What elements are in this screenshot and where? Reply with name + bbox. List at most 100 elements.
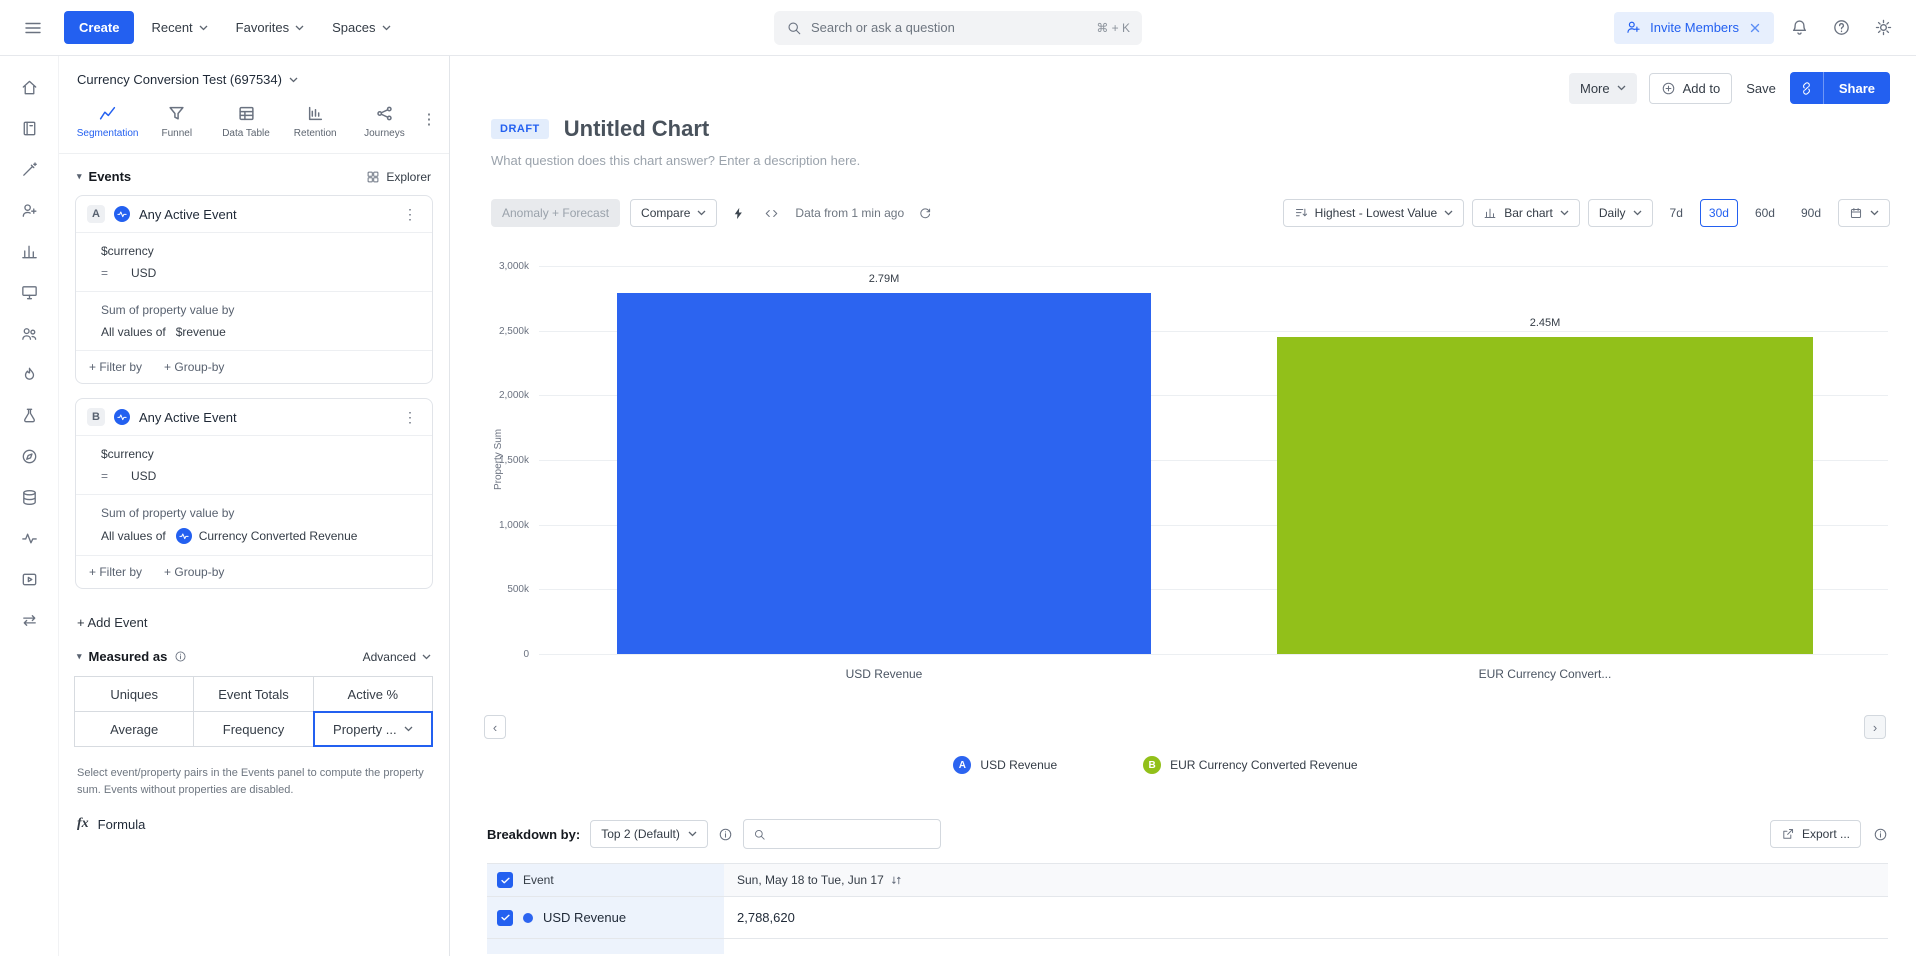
tab-data-table[interactable]: Data Table	[211, 101, 280, 143]
save-button[interactable]: Save	[1744, 73, 1778, 104]
option-event-totals[interactable]: Event Totals	[193, 676, 313, 712]
date-range-picker[interactable]	[1838, 199, 1890, 227]
breakdown-header: Breakdown by: Top 2 (Default) Export ...	[487, 812, 1888, 856]
compass-icon[interactable]	[11, 439, 47, 473]
wand-icon[interactable]	[11, 152, 47, 186]
add-to-button[interactable]: Add to	[1649, 73, 1733, 104]
more-chart-types-button[interactable]: ⋮	[419, 101, 439, 128]
spaces-menu[interactable]: Spaces	[321, 11, 401, 44]
filter-condition[interactable]: = USD	[76, 465, 432, 487]
table-row-partial	[487, 939, 1888, 954]
breakdown-search[interactable]	[743, 819, 941, 849]
option-average[interactable]: Average	[74, 711, 194, 747]
range-30d-button[interactable]: 30d	[1700, 199, 1738, 227]
group-by-button[interactable]: + Group-by	[164, 565, 224, 579]
recent-menu[interactable]: Recent	[140, 11, 218, 44]
chart-page-next-button[interactable]: ›	[1864, 715, 1886, 739]
breakdown-header-right: Export ...	[1770, 820, 1888, 848]
bar[interactable]	[617, 293, 1151, 654]
measure-property-value: Currency Converted Revenue	[199, 529, 358, 543]
home-icon[interactable]	[11, 70, 47, 104]
compare-dropdown[interactable]: Compare	[630, 199, 717, 227]
date-header-cell[interactable]: Sun, May 18 to Tue, Jun 17	[724, 864, 1888, 896]
more-button[interactable]: More	[1569, 73, 1637, 104]
flame-icon[interactable]	[11, 357, 47, 391]
swap-icon[interactable]	[11, 603, 47, 637]
measure-property-row[interactable]: All values of Currency Converted Revenue	[76, 524, 432, 548]
chart-page-previous-button[interactable]: ‹	[484, 715, 506, 739]
measure-property-row[interactable]: All values of $revenue	[76, 321, 432, 343]
settings-button[interactable]	[1866, 11, 1900, 45]
share-button[interactable]: Share	[1824, 72, 1890, 104]
replay-icon[interactable]	[11, 562, 47, 596]
gridline: 0	[539, 654, 1888, 655]
top-n-label: Top 2 (Default)	[601, 827, 680, 841]
option-active-pct[interactable]: Active %	[313, 676, 433, 712]
invite-members-button[interactable]: Invite Members	[1614, 12, 1774, 44]
hamburger-menu-button[interactable]	[16, 11, 50, 45]
chevron-down-icon	[289, 77, 298, 83]
legend-item-b[interactable]: B EUR Currency Converted Revenue	[1143, 756, 1357, 774]
filter-condition[interactable]: = USD	[76, 262, 432, 284]
chart-type-dropdown[interactable]: Bar chart	[1472, 199, 1580, 227]
event-card-header[interactable]: B Any Active Event ⋮	[76, 399, 432, 435]
top-n-dropdown[interactable]: Top 2 (Default)	[590, 820, 708, 848]
group-by-button[interactable]: + Group-by	[164, 360, 224, 374]
project-selector[interactable]: Currency Conversion Test (697534)	[59, 56, 449, 97]
export-button[interactable]: Export ...	[1770, 820, 1861, 848]
event-options-button[interactable]: ⋮	[399, 409, 421, 426]
bar[interactable]	[1277, 337, 1813, 654]
chart-title[interactable]: Untitled Chart	[564, 116, 709, 142]
pulse-icon[interactable]	[11, 521, 47, 555]
formula-button[interactable]: fx Formula	[59, 800, 163, 848]
flask-icon[interactable]	[11, 398, 47, 432]
option-property-selected[interactable]: Property ...	[313, 711, 433, 747]
sort-order-dropdown[interactable]: Highest - Lowest Value	[1283, 199, 1465, 227]
legend-item-a[interactable]: A USD Revenue	[953, 756, 1057, 774]
quick-insights-button[interactable]	[727, 202, 750, 225]
row-checkbox[interactable]	[497, 910, 513, 926]
user-add-icon[interactable]	[11, 193, 47, 227]
advanced-dropdown[interactable]: Advanced	[363, 650, 431, 664]
users-icon[interactable]	[11, 316, 47, 350]
filter-property[interactable]: $currency	[76, 443, 432, 465]
table-row[interactable]: USD Revenue 2,788,620	[487, 897, 1888, 939]
refresh-button[interactable]	[914, 202, 936, 224]
measured-as-title[interactable]: ▾ Measured as	[77, 649, 187, 664]
notifications-button[interactable]	[1782, 11, 1816, 45]
copy-link-button[interactable]	[1790, 72, 1824, 104]
chart-icon[interactable]	[11, 234, 47, 268]
option-uniques[interactable]: Uniques	[74, 676, 194, 712]
database-icon[interactable]	[11, 480, 47, 514]
event-card-header[interactable]: A Any Active Event ⋮	[76, 196, 432, 232]
interval-dropdown[interactable]: Daily	[1588, 199, 1653, 227]
filter-by-button[interactable]: + Filter by	[89, 565, 142, 579]
help-button[interactable]	[1824, 11, 1858, 45]
tab-segmentation[interactable]: Segmentation	[73, 101, 142, 143]
filter-by-button[interactable]: + Filter by	[89, 360, 142, 374]
main-content: More Add to Save Share DRAFT Untitled Ch…	[451, 56, 1916, 956]
notebook-icon[interactable]	[11, 111, 47, 145]
add-event-button[interactable]: + Add Event	[59, 603, 165, 634]
tab-retention[interactable]: Retention	[281, 101, 350, 143]
tab-funnel[interactable]: Funnel	[142, 101, 211, 143]
filter-property[interactable]: $currency	[76, 240, 432, 262]
explorer-button[interactable]: Explorer	[366, 170, 431, 184]
event-options-button[interactable]: ⋮	[399, 206, 421, 223]
tab-journeys[interactable]: Journeys	[350, 101, 419, 143]
chart-description-placeholder[interactable]: What question does this chart answer? En…	[491, 153, 860, 168]
option-frequency[interactable]: Frequency	[193, 711, 313, 747]
create-button[interactable]: Create	[64, 11, 134, 44]
breakdown-search-input[interactable]	[773, 827, 931, 841]
view-code-button[interactable]	[760, 202, 783, 225]
events-section-title[interactable]: ▾ Events	[77, 169, 131, 184]
dismiss-invite-icon[interactable]	[1747, 20, 1763, 36]
global-search-input[interactable]: Search or ask a question ⌘ + K	[774, 11, 1142, 45]
range-60d-button[interactable]: 60d	[1746, 199, 1784, 227]
monitor-icon[interactable]	[11, 275, 47, 309]
select-all-checkbox[interactable]	[497, 872, 513, 888]
favorites-menu[interactable]: Favorites	[225, 11, 315, 44]
tab-label: Segmentation	[77, 128, 139, 139]
range-7d-button[interactable]: 7d	[1661, 199, 1692, 227]
range-90d-button[interactable]: 90d	[1792, 199, 1830, 227]
